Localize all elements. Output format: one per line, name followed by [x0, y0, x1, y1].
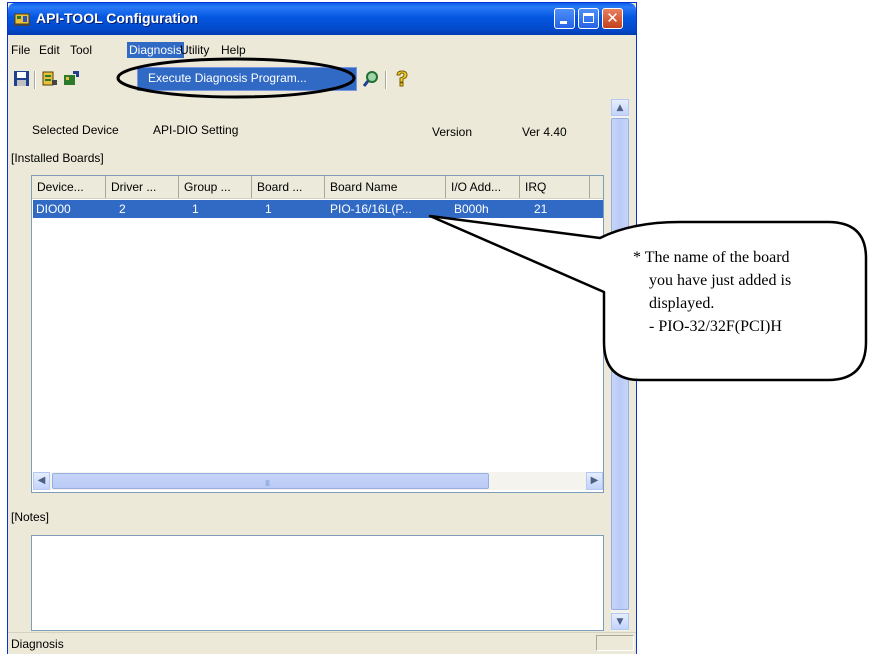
magnifier-icon[interactable]: [363, 70, 380, 87]
toolbar-separator: [385, 71, 387, 89]
column-header-device[interactable]: Device...: [32, 176, 106, 198]
scroll-grip: III: [265, 479, 270, 488]
scroll-left-icon[interactable]: ◀: [33, 472, 50, 490]
menu-edit[interactable]: Edit: [39, 43, 60, 57]
callout-line: * The name of the board: [633, 249, 790, 266]
cell-board-name: PIO-16/16L(P...: [330, 202, 412, 216]
minimize-icon: [560, 21, 567, 24]
installed-boards-label: [Installed Boards]: [11, 151, 104, 165]
callout-line: displayed.: [649, 295, 715, 312]
vertical-scroll-thumb[interactable]: [611, 118, 629, 610]
maximize-icon: [583, 13, 594, 23]
installed-boards-list[interactable]: Device... Driver ... Group ... Board ...…: [31, 175, 604, 493]
menu-diagnosis[interactable]: Diagnosis: [127, 42, 184, 58]
column-header-group[interactable]: Group ...: [179, 176, 252, 198]
save-icon[interactable]: [13, 70, 30, 87]
cell-io-address: B000h: [454, 202, 489, 216]
scroll-up-icon[interactable]: ▲: [611, 99, 629, 116]
app-icon: [14, 13, 30, 26]
selected-device-value: API-DIO Setting: [153, 123, 239, 137]
horizontal-scrollbar[interactable]: ◀ III ▶: [33, 472, 603, 490]
window-title: API-TOOL Configuration: [36, 10, 199, 26]
cell-board: 1: [265, 202, 272, 216]
cell-group: 1: [192, 202, 199, 216]
callout-text: * The name of the board you have just ad…: [633, 246, 858, 338]
status-text: Diagnosis: [11, 637, 64, 651]
maximize-button[interactable]: [578, 8, 599, 29]
horizontal-scroll-thumb[interactable]: III: [52, 473, 489, 489]
menu-tool[interactable]: Tool: [70, 43, 92, 57]
cell-device: DIO00: [36, 202, 71, 216]
cell-driver: 2: [119, 202, 126, 216]
vertical-scrollbar[interactable]: ▲ ▼: [611, 99, 629, 631]
menu-help[interactable]: Help: [221, 43, 246, 57]
import-icon[interactable]: [63, 70, 80, 87]
close-icon: ✕: [606, 9, 619, 27]
callout-line: - PIO-32/32F(PCI)H: [649, 318, 782, 335]
column-header-board-name[interactable]: Board Name: [325, 176, 446, 198]
list-header: Device... Driver ... Group ... Board ...…: [32, 176, 603, 199]
status-bar: Diagnosis: [8, 632, 636, 654]
column-header-irq[interactable]: IRQ: [520, 176, 590, 198]
settings-icon[interactable]: [41, 70, 58, 87]
notes-label: [Notes]: [11, 510, 50, 524]
cell-irq: 21: [534, 202, 548, 216]
notes-textarea[interactable]: [31, 535, 604, 631]
diagnosis-dropdown-menu: Execute Diagnosis Program...: [137, 67, 357, 91]
version-label: Version: [432, 125, 473, 139]
menu-utility[interactable]: Utility: [180, 43, 209, 57]
help-question-icon[interactable]: [393, 70, 410, 87]
toolbar-separator: [34, 71, 36, 89]
close-button[interactable]: ✕: [602, 8, 623, 29]
main-window: API-TOOL Configuration ✕ File Edit Tool …: [7, 2, 637, 654]
status-pane: [596, 635, 634, 651]
column-header-io-address[interactable]: I/O Add...: [446, 176, 520, 198]
title-bar[interactable]: API-TOOL Configuration ✕: [8, 3, 636, 35]
scroll-right-icon[interactable]: ▶: [586, 472, 603, 490]
column-header-board[interactable]: Board ...: [252, 176, 325, 198]
callout-line: you have just added is: [649, 272, 792, 289]
version-value: Ver 4.40: [522, 125, 567, 139]
selected-device-label: Selected Device: [32, 123, 119, 137]
table-row[interactable]: DIO00 2 1 1 PIO-16/16L(P... B000h 21: [33, 200, 603, 218]
menu-file[interactable]: File: [11, 43, 30, 57]
menu-item-execute-diagnosis[interactable]: Execute Diagnosis Program...: [148, 71, 307, 85]
minimize-button[interactable]: [554, 8, 575, 29]
column-header-driver[interactable]: Driver ...: [106, 176, 179, 198]
scroll-down-icon[interactable]: ▼: [611, 613, 629, 630]
